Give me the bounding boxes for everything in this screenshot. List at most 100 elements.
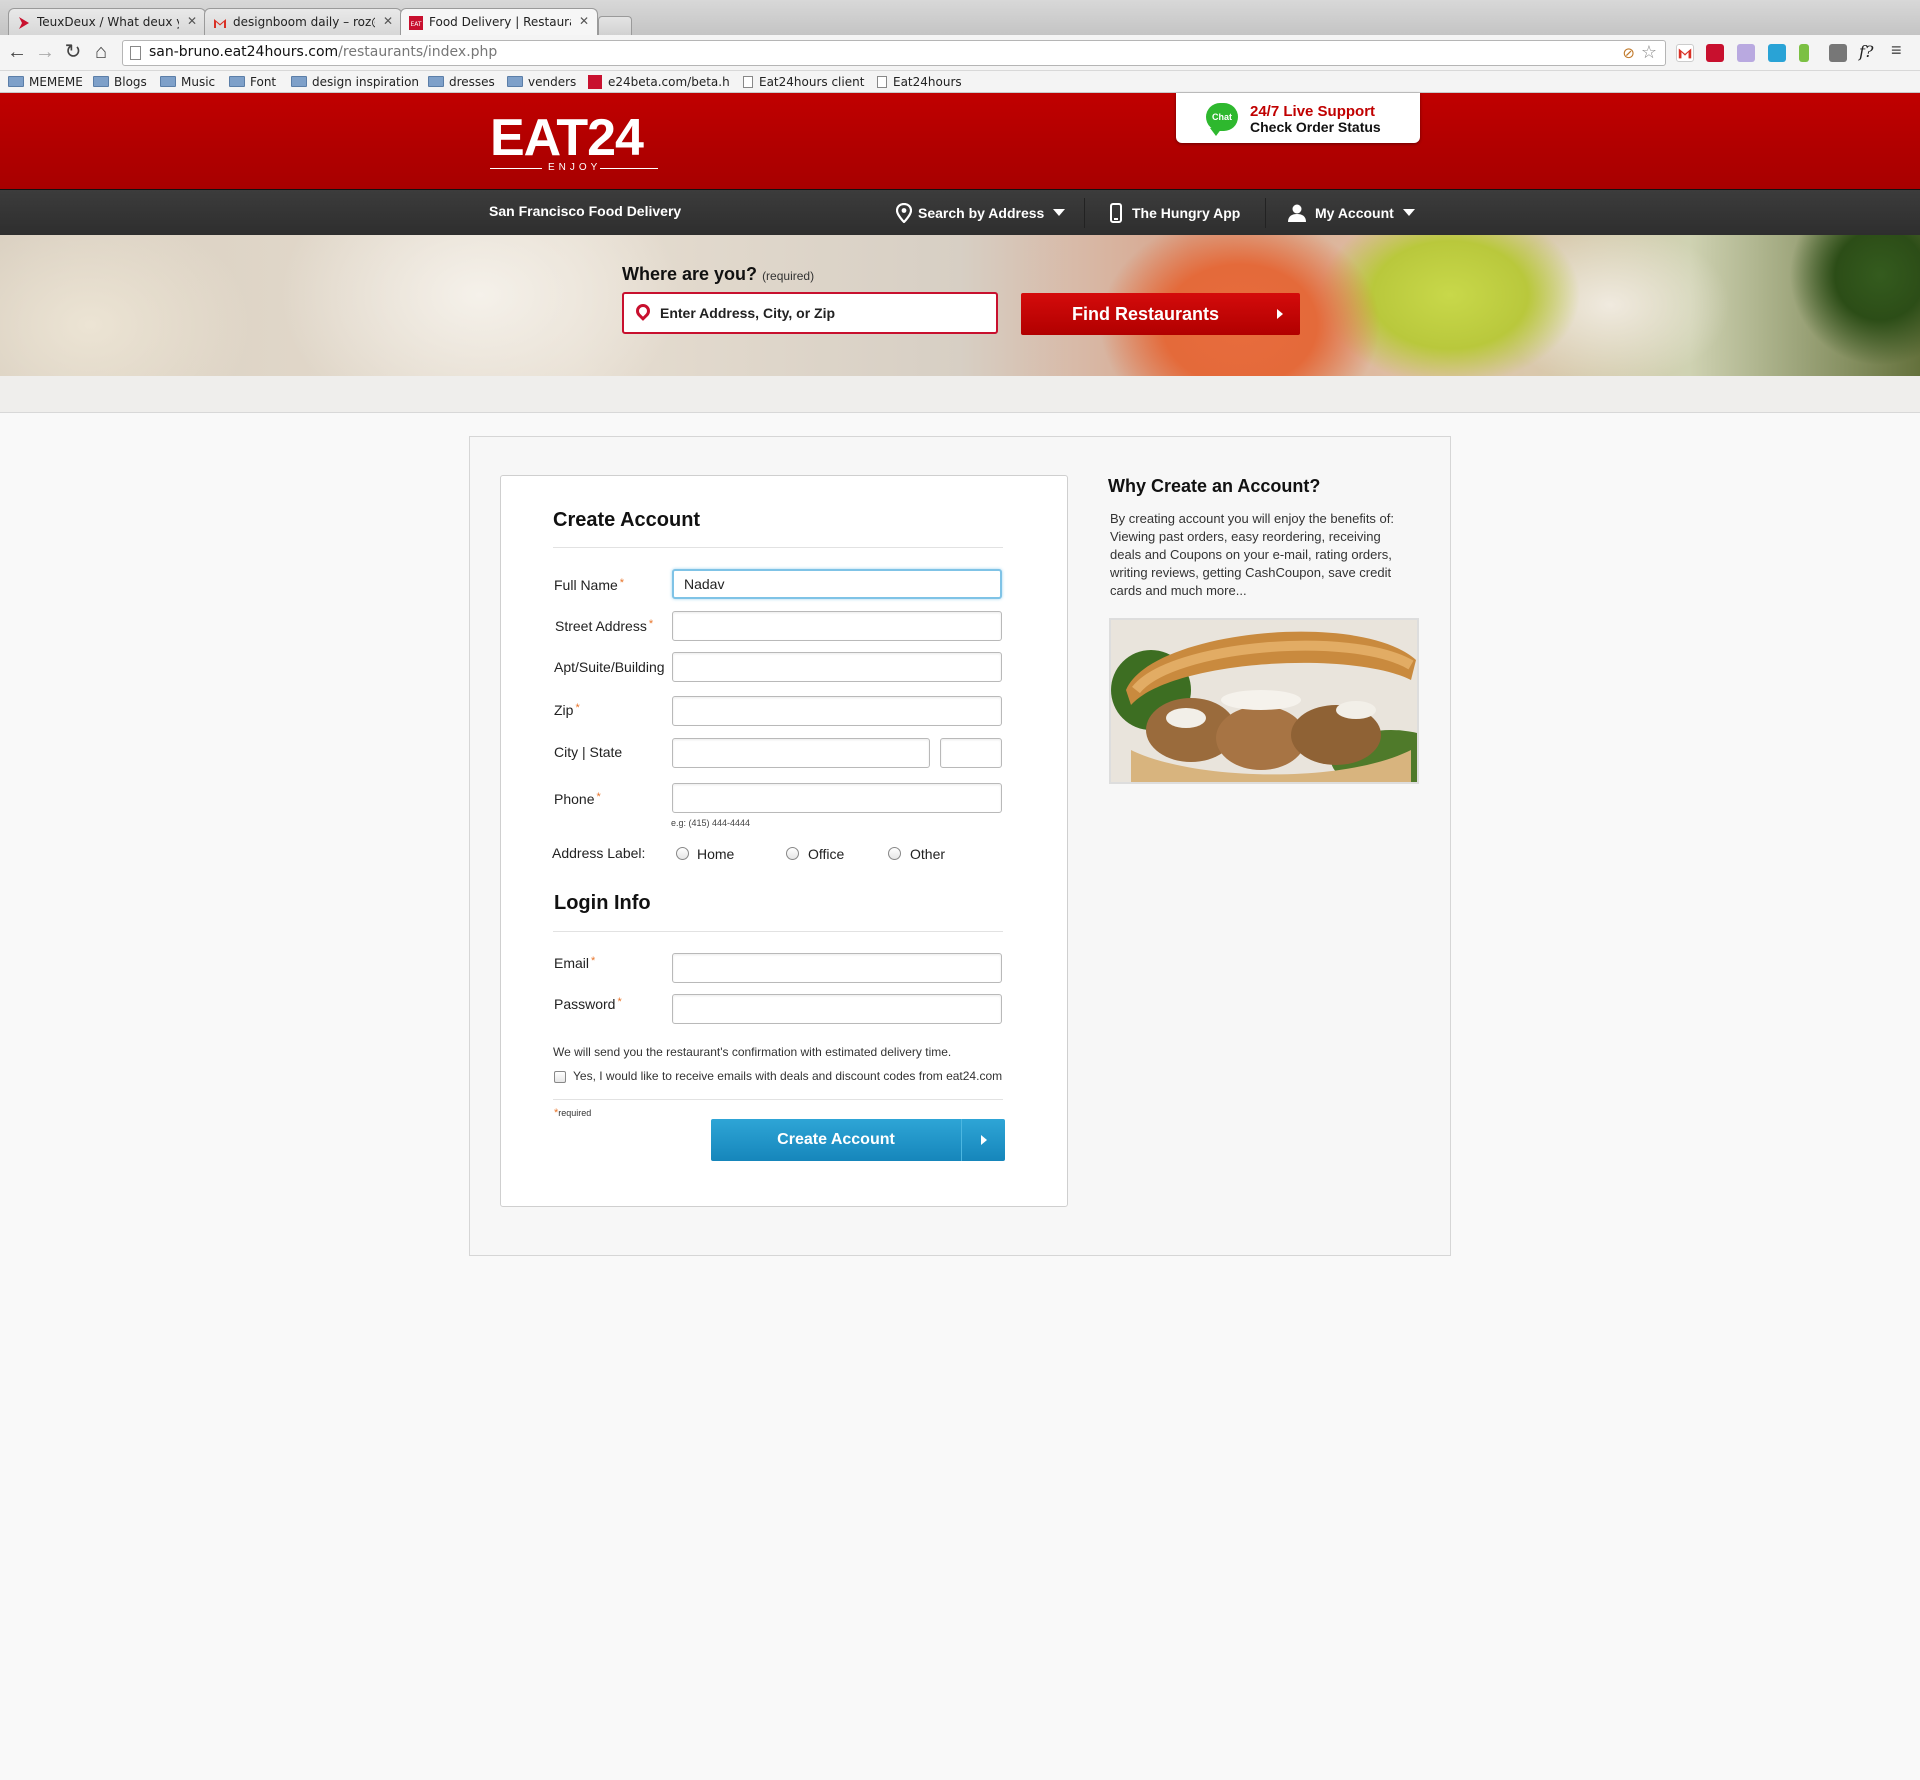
bookmark-label: dresses — [449, 75, 495, 89]
bookmark-label: Font — [250, 75, 277, 89]
bookmark-blogs[interactable]: Blogs — [93, 75, 147, 89]
why-create-account-heading: Why Create an Account? — [1108, 476, 1321, 496]
where-are-you-label: Where are you? (required) — [622, 264, 814, 285]
state-input[interactable] — [940, 738, 1002, 768]
blocked-icon[interactable]: ⊘ — [1622, 44, 1635, 62]
address-search-input[interactable]: Enter Address, City, or Zip — [622, 292, 998, 334]
home-icon[interactable]: ⌂ — [90, 41, 112, 63]
bookmark-e24beta[interactable]: e24beta.com/beta.h — [588, 75, 730, 89]
check-order-status-link[interactable]: Check Order Status — [1250, 119, 1381, 135]
bookmark-label: venders — [528, 75, 577, 89]
bookmark-label: Blogs — [114, 75, 147, 89]
radio-home-label[interactable]: Home — [697, 846, 734, 862]
live-support-link[interactable]: 24/7 Live Support — [1250, 103, 1375, 120]
eyedropper-extension-icon[interactable] — [1829, 44, 1847, 62]
bookmark-dresses[interactable]: dresses — [428, 75, 495, 89]
full-name-input[interactable]: Nadav — [672, 569, 1002, 599]
search-by-address-label: Search by Address — [918, 205, 1045, 221]
find-restaurants-button[interactable]: Find Restaurants — [1021, 293, 1300, 335]
bookmark-font[interactable]: Font — [229, 75, 276, 89]
close-tab-icon[interactable]: ✕ — [383, 14, 393, 28]
radio-office[interactable] — [786, 847, 799, 860]
logo-rule — [490, 168, 542, 169]
folder-icon — [160, 76, 176, 87]
label-text: Email — [554, 955, 590, 971]
folder-icon — [8, 76, 24, 87]
label-text: Phone — [554, 791, 595, 807]
eat24-extension-icon[interactable] — [1706, 44, 1724, 62]
city-input[interactable] — [672, 738, 930, 768]
apt-suite-input[interactable] — [672, 652, 1002, 682]
label-text: Street Address — [555, 618, 647, 634]
full-name-label: Full Name * — [554, 577, 624, 593]
browser-toolbar: ← → ↻ ⌂ san-bruno.eat24hours.com/restaur… — [0, 35, 1920, 71]
menu-icon[interactable]: ≡ — [1891, 40, 1909, 60]
bookmark-eat24hours-client[interactable]: Eat24hours client — [743, 75, 864, 89]
my-account-menu[interactable]: My Account — [1287, 203, 1415, 223]
required-asterisk: * — [575, 702, 580, 714]
bookmark-eat24hours[interactable]: Eat24hours — [877, 75, 962, 89]
browser-tab[interactable]: TeuxDeux / What deux you ✕ — [8, 8, 206, 35]
radio-office-label[interactable]: Office — [808, 846, 844, 862]
city-label[interactable]: San Francisco Food Delivery — [489, 203, 681, 219]
required-legend: *required — [554, 1107, 591, 1119]
folder-icon — [93, 76, 109, 87]
evernote-extension-icon[interactable] — [1799, 44, 1809, 62]
new-tab-button[interactable] — [598, 16, 632, 35]
street-address-input[interactable] — [672, 611, 1002, 641]
bookmark-music[interactable]: Music — [160, 75, 215, 89]
location-pin-icon — [633, 301, 653, 321]
bookmark-venders[interactable]: venders — [507, 75, 576, 89]
password-input[interactable] — [672, 994, 1002, 1024]
live-support-widget[interactable]: Chat 24/7 Live Support Check Order Statu… — [1176, 93, 1420, 143]
radio-other[interactable] — [888, 847, 901, 860]
back-icon[interactable]: ← — [6, 41, 28, 63]
divider-strip — [0, 376, 1920, 413]
hungry-app-label: The Hungry App — [1132, 205, 1241, 221]
gmail-extension-icon[interactable] — [1676, 44, 1694, 62]
chevron-down-icon — [1053, 209, 1066, 216]
eat24-favicon: EAT — [409, 16, 423, 30]
svg-text:EAT: EAT — [411, 21, 422, 28]
confirmation-note: We will send you the restaurant's confir… — [553, 1045, 952, 1059]
required-asterisk: * — [591, 955, 596, 967]
search-by-address-menu[interactable]: Search by Address — [895, 202, 1066, 224]
reload-icon[interactable]: ↻ — [62, 41, 84, 63]
address-bar[interactable]: san-bruno.eat24hours.com/restaurants/ind… — [122, 40, 1666, 66]
font-extension-icon[interactable]: f? — [1859, 42, 1877, 61]
logo-text: EAT24 — [490, 109, 644, 167]
page-icon — [877, 76, 887, 88]
zip-input[interactable] — [672, 696, 1002, 726]
main-nav-bar: San Francisco Food Delivery Search by Ad… — [0, 189, 1920, 235]
forward-icon[interactable]: → — [34, 41, 56, 63]
bookmark-label: design inspiration — [312, 75, 420, 89]
create-account-label: Create Account — [777, 1131, 895, 1148]
email-optin-checkbox[interactable] — [554, 1071, 566, 1083]
bookmark-star-icon[interactable]: ☆ — [1641, 42, 1657, 63]
phone-input[interactable] — [672, 783, 1002, 813]
notes-extension-icon[interactable] — [1737, 44, 1755, 62]
page-icon — [130, 46, 141, 60]
label-text: Password — [554, 996, 616, 1012]
eat24-favicon — [588, 75, 602, 89]
browser-tab-active[interactable]: EAT Food Delivery | Restaurant ✕ — [400, 8, 598, 36]
eat24-logo[interactable]: EAT24 ENJOY — [490, 112, 660, 176]
street-address-label: Street Address * — [555, 618, 653, 634]
radio-other-label[interactable]: Other — [910, 846, 945, 862]
close-tab-icon[interactable]: ✕ — [187, 14, 197, 28]
check-extension-icon[interactable] — [1768, 44, 1786, 62]
sandwich-photo — [1109, 618, 1419, 784]
close-tab-icon[interactable]: ✕ — [579, 14, 589, 28]
email-optin-label[interactable]: Yes, I would like to receive emails with… — [573, 1069, 1002, 1083]
logo-rule — [600, 168, 658, 169]
radio-home[interactable] — [676, 847, 689, 860]
email-input[interactable] — [672, 953, 1002, 983]
bookmark-design-inspiration[interactable]: design inspiration — [291, 75, 419, 89]
nav-divider — [1265, 198, 1266, 228]
browser-tab[interactable]: designboom daily – roz@e ✕ — [204, 8, 402, 35]
bookmark-mememe[interactable]: MEMEME — [8, 75, 83, 89]
hungry-app-link[interactable]: The Hungry App — [1110, 203, 1240, 223]
create-account-button[interactable]: Create Account — [711, 1119, 1005, 1161]
where-label-text: Where are you? — [622, 264, 758, 284]
divider — [553, 1099, 1003, 1100]
